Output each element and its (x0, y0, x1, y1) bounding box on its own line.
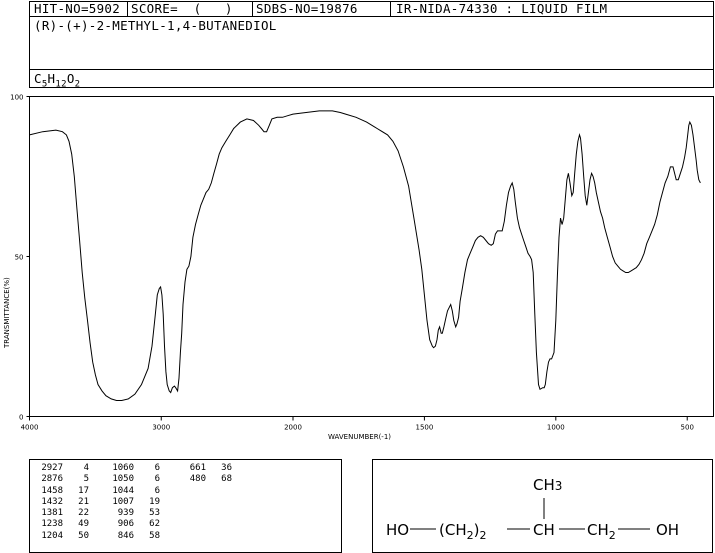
y-tick-label: 0 (19, 414, 23, 422)
peak-table-col-1: 2927 4 2876 5 1458 17 1432 21 1381 22 1238 49 1204 50 (37, 463, 89, 542)
ethylene-group: (CH2)2 (439, 521, 487, 542)
peak-row: 661 36 (180, 463, 232, 474)
peak-transmittance: 58 (149, 530, 160, 541)
x-tick-label: 500 (681, 424, 694, 432)
peak-transmittance: 6 (154, 463, 160, 473)
peak-wavenumber: 1044 (112, 485, 134, 496)
compound-name: (R)-(+)-2-METHYL-1,4-BUTANEDIOL (34, 18, 277, 33)
methyl-group: CH3 (533, 476, 563, 494)
peak-wavenumber: 939 (117, 508, 134, 519)
peak-wavenumber: 1458 (41, 485, 63, 496)
peak-transmittance: 4 (83, 463, 89, 473)
peak-wavenumber: 1060 (112, 463, 134, 473)
y-axis-label: TRANSMITTANCE(%) (3, 277, 11, 349)
peak-wavenumber: 480 (189, 474, 206, 485)
peak-row: 480 68 (180, 474, 232, 485)
peak-row: 1044 6 (108, 486, 160, 497)
sdbs-number: SDBS-NO=19876 (256, 1, 358, 16)
x-tick-label: 1500 (415, 424, 433, 432)
x-tick-label: 2000 (284, 424, 302, 432)
peak-wavenumber: 2876 (41, 474, 63, 485)
peak-row: 939 53 (108, 508, 160, 519)
peak-wavenumber: 1007 (112, 496, 134, 507)
peak-transmittance: 21 (78, 496, 89, 507)
methine-group: CH (533, 521, 555, 539)
peak-wavenumber: 1050 (112, 474, 134, 485)
peak-wavenumber: 846 (117, 530, 134, 541)
tick-marks (26, 96, 688, 421)
peak-transmittance: 62 (149, 519, 160, 530)
peak-transmittance: 19 (149, 496, 160, 507)
peak-row: 1204 50 (37, 531, 89, 542)
peak-transmittance: 22 (78, 508, 89, 519)
peak-row: 906 62 (108, 519, 160, 530)
peak-row: 1432 21 (37, 497, 89, 508)
x-axis-label: WAVENUMBER(-1) (328, 433, 391, 441)
peak-row: 1060 6 (108, 463, 160, 474)
spectrum-line (29, 110, 701, 401)
peak-transmittance: 17 (78, 485, 89, 496)
peak-wavenumber: 2927 (41, 463, 63, 473)
hydroxyl-right: OH (656, 521, 680, 539)
y-tick-label: 50 (15, 254, 24, 262)
peak-row: 846 58 (108, 531, 160, 542)
peak-row: 1238 49 (37, 519, 89, 530)
peak-row: 2927 4 (37, 463, 89, 474)
ir-spectrum-chart: TRANSMITTANCE(%) WAVENUMBER(-1) 4000 3000… (3, 94, 714, 441)
peak-table-col-2: 1060 6 1050 6 1044 6 1007 19 939 53 906 62 846 58 (108, 463, 160, 542)
peak-row: 1381 22 (37, 508, 89, 519)
peak-wavenumber: 1238 (41, 519, 63, 530)
peak-table-col-3: 661 36 480 68 (180, 463, 232, 486)
peak-wavenumber: 906 (117, 519, 134, 530)
molecular-formula: C5H12O2 (34, 71, 81, 90)
plot-frame (29, 96, 714, 417)
peak-transmittance: 6 (154, 474, 160, 485)
y-tick-label: 100 (10, 94, 23, 102)
peak-transmittance: 5 (83, 474, 89, 485)
peak-wavenumber: 1204 (41, 530, 63, 541)
peak-transmittance: 49 (78, 519, 89, 530)
x-tick-label: 3000 (152, 424, 170, 432)
peak-row: 1007 19 (108, 497, 160, 508)
hydroxyl-left: HO (386, 521, 410, 539)
peak-transmittance: 50 (78, 530, 89, 541)
peak-row: 1050 6 (108, 474, 160, 485)
peak-transmittance: 68 (221, 474, 232, 485)
peak-wavenumber: 1432 (41, 496, 63, 507)
peak-transmittance: 36 (221, 463, 232, 473)
methylene-group: CH2 (587, 521, 616, 542)
peak-row: 2876 5 (37, 474, 89, 485)
peak-wavenumber: 661 (189, 463, 206, 473)
x-tick-label: 4000 (21, 424, 39, 432)
peak-transmittance: 53 (149, 508, 160, 519)
hit-number: HIT-NO=5902 (34, 1, 121, 16)
ir-code: IR-NIDA-74330 : LIQUID FILM (396, 1, 608, 16)
x-tick-label: 1000 (547, 424, 565, 432)
peak-row: 1458 17 (37, 486, 89, 497)
peak-transmittance: 6 (154, 485, 160, 496)
peak-wavenumber: 1381 (41, 508, 63, 519)
score: SCORE= ( ) (131, 1, 233, 16)
